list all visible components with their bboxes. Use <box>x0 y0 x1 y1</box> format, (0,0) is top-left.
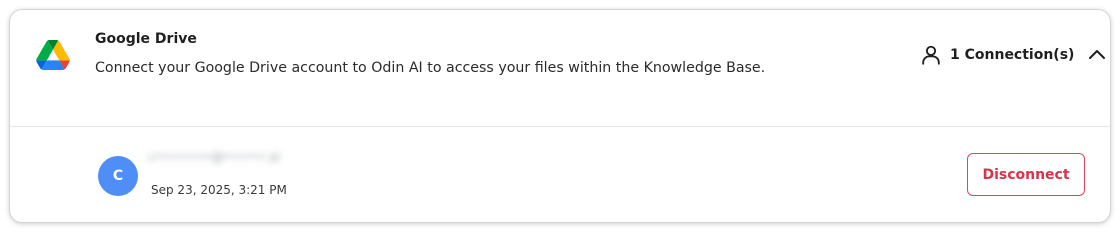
user-icon <box>922 45 940 65</box>
integration-description: Connect your Google Drive account to Odi… <box>95 60 766 76</box>
disconnect-button[interactable]: Disconnect <box>967 153 1085 196</box>
connections-label: 1 Connection(s) <box>950 47 1075 63</box>
integration-title: Google Drive <box>95 31 197 47</box>
google-drive-logo-icon <box>36 40 70 70</box>
connection-row: C c••••••••@••••••.ai Sep 23, 2025, 3:21… <box>10 127 1110 222</box>
avatar: C <box>98 156 138 196</box>
account-email: c••••••••@••••••.ai <box>148 150 281 164</box>
integration-header[interactable]: Google Drive Connect your Google Drive a… <box>10 10 1110 126</box>
integration-card: Google Drive Connect your Google Drive a… <box>10 10 1110 222</box>
chevron-up-icon[interactable] <box>1088 47 1106 61</box>
connection-timestamp: Sep 23, 2025, 3:21 PM <box>151 183 287 197</box>
connections-count[interactable]: 1 Connection(s) <box>920 43 1074 67</box>
